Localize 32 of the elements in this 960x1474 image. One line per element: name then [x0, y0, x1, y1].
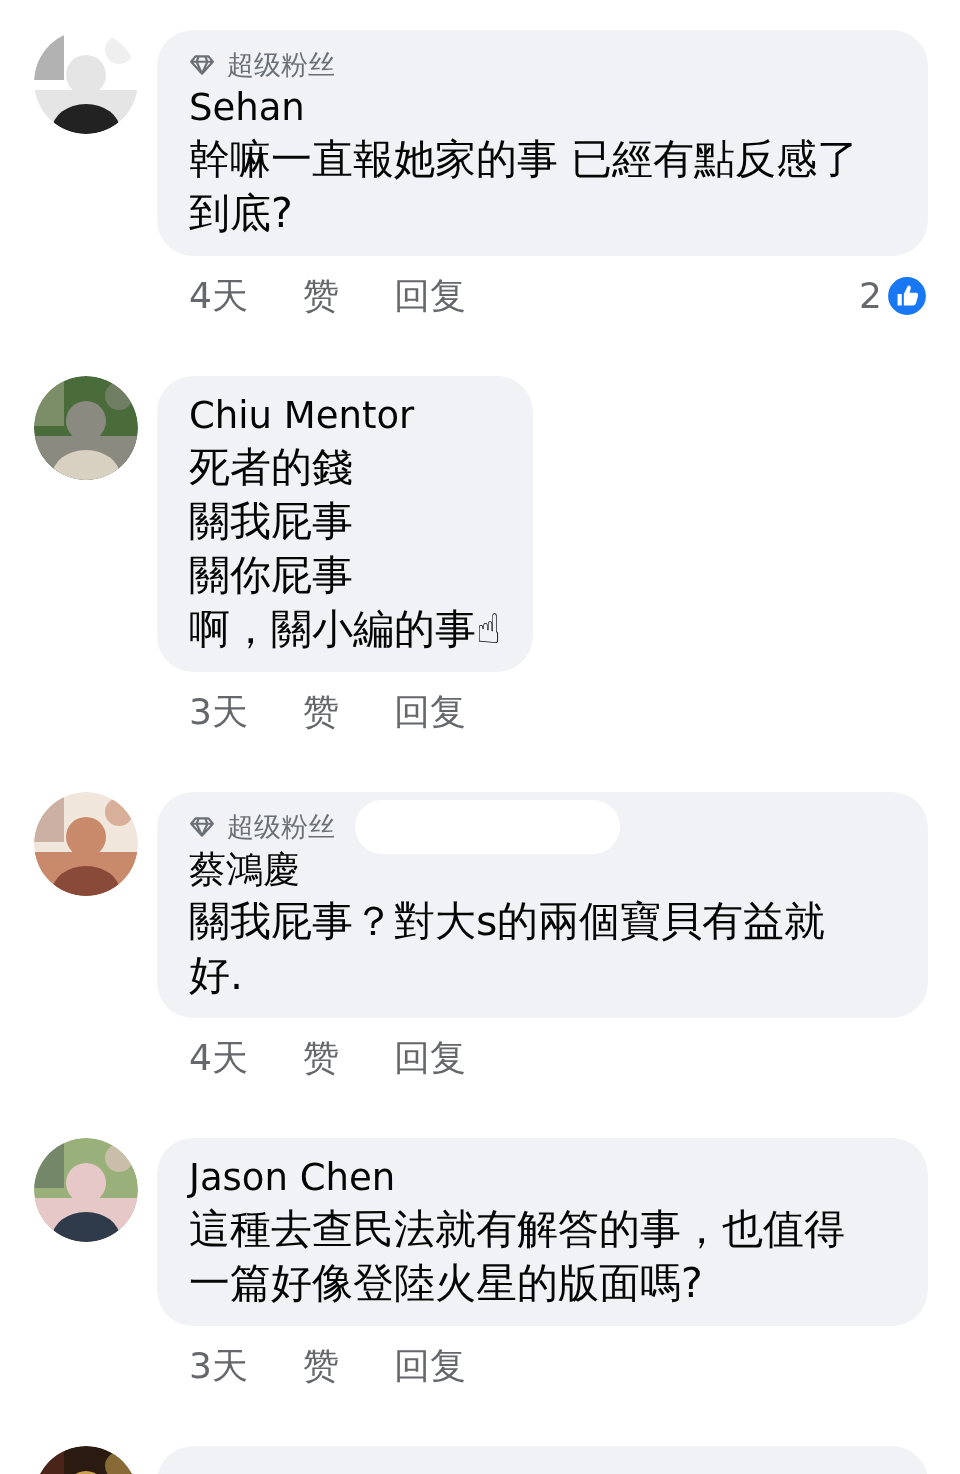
reply-button[interactable]: 回复 — [393, 1344, 466, 1388]
diamond-icon — [189, 816, 215, 838]
reply-button[interactable]: 回复 — [393, 1036, 466, 1080]
comment-text: 幹嘛一直報她家的事 已經有點反感了 — [189, 134, 860, 185]
comment-text: 這種去查民法就有解答的事，也值得 — [189, 1204, 846, 1255]
reply-button[interactable]: 回复 — [393, 274, 466, 318]
comment-text: 關我屁事 — [189, 496, 354, 547]
comment-text: 關我屁事？對大s的兩個寶貝有益就 — [189, 896, 827, 947]
comment-time: 3天 — [189, 1344, 248, 1388]
comment-text: 啊，關小編的事☝ — [189, 604, 501, 655]
fan-label: 超级粉丝 — [227, 48, 335, 82]
comment-text: 死者的錢 — [189, 442, 354, 493]
like-button[interactable]: 赞 — [302, 1036, 339, 1080]
fan-label: 超级粉丝 — [227, 810, 335, 844]
comment-text: 一篇好像登陸火星的版面嗎? — [189, 1258, 704, 1309]
comment-text: 好. — [189, 950, 245, 1001]
like-button[interactable]: 赞 — [302, 1344, 339, 1388]
like-button[interactable]: 赞 — [302, 690, 339, 734]
commenter-name[interactable]: Jason Chen — [189, 1154, 896, 1202]
comment-time: 4天 — [189, 1036, 248, 1080]
thumbs-up-icon[interactable] — [886, 275, 928, 317]
reaction-count[interactable]: 2 — [859, 274, 882, 318]
comment-time: 3天 — [189, 690, 248, 734]
commenter-name[interactable]: 蔡鴻慶 — [189, 846, 896, 894]
commenter-name[interactable]: Chiu Mentor — [189, 392, 501, 440]
commenter-name[interactable]: Sehan — [189, 84, 896, 132]
comment-text: 到底? — [189, 188, 294, 239]
diamond-icon — [189, 54, 215, 76]
like-button[interactable]: 赞 — [302, 274, 339, 318]
comment-text: 關你屁事 — [189, 550, 354, 601]
reply-button[interactable]: 回复 — [393, 690, 466, 734]
comment-time: 4天 — [189, 274, 248, 318]
